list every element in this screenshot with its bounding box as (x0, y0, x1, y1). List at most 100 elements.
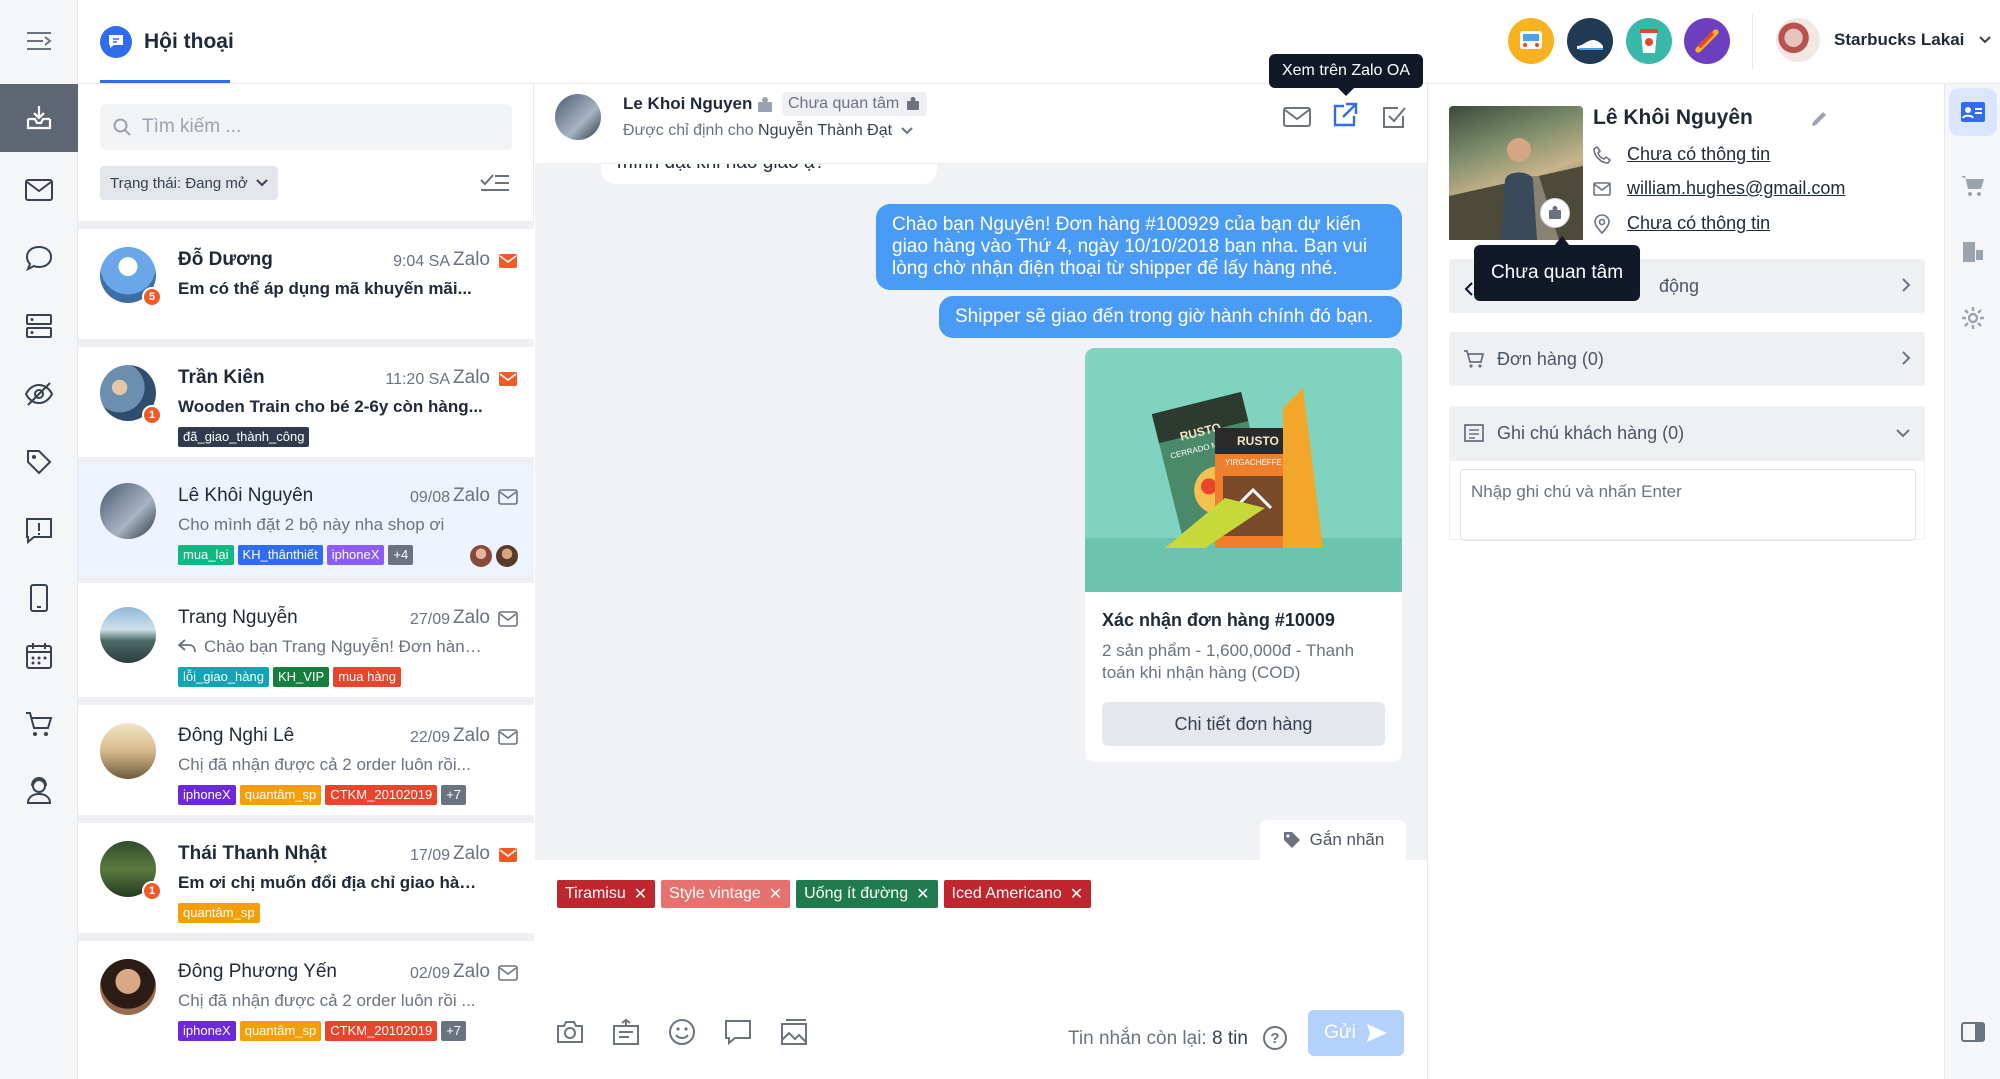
brand-cup-icon[interactable] (1626, 18, 1672, 64)
tag[interactable]: quantâm_sp (239, 1021, 322, 1041)
message-composer[interactable]: Tiramisu ✕ Style vintage ✕ Uống ít đường ✕ … (535, 860, 1427, 1079)
nav-calendar-icon[interactable] (0, 622, 78, 690)
composer-tag[interactable]: Iced Americano ✕ (943, 880, 1092, 908)
nav-support-agent-icon[interactable] (0, 756, 78, 824)
tag[interactable]: lỗi_giao_hàng (178, 667, 269, 687)
brand-shoe-icon[interactable] (1567, 18, 1613, 64)
status-filter-dropdown[interactable]: Trạng thái: Đang mở (100, 166, 278, 200)
customer-card-icon[interactable] (1949, 88, 1997, 136)
tag[interactable]: iphoneX (326, 545, 385, 565)
camera-icon[interactable] (555, 1018, 585, 1046)
app-root: Hội thoại Starbucks Lakai Tìm kiếm ... T… (0, 0, 2000, 1079)
user-menu[interactable]: Starbucks Lakai (1776, 18, 1992, 62)
tag[interactable]: KH_thânthiết (237, 545, 323, 565)
tag[interactable]: mua hàng (333, 667, 402, 687)
tag-more[interactable]: +7 (441, 785, 467, 805)
composer-tag[interactable]: Style vintage ✕ (661, 880, 791, 908)
tag[interactable]: iphoneX (178, 785, 236, 805)
avatar (100, 723, 156, 779)
message-preview: Chào bạn Trang Nguyễn! Đơn hàng... (204, 637, 484, 656)
list-divider (78, 221, 534, 229)
collapse-panel-icon[interactable] (1949, 1008, 1997, 1056)
quick-reply-icon[interactable] (723, 1018, 753, 1046)
nav-chat-icon[interactable] (0, 224, 78, 292)
brand-bus-icon[interactable] (1508, 18, 1554, 64)
external-link-icon[interactable] (1332, 102, 1358, 128)
page-title-group[interactable]: Hội thoại (100, 0, 234, 84)
template-icon[interactable] (611, 1018, 641, 1046)
email-row[interactable]: william.hughes@gmail.com (1593, 178, 1845, 199)
channel-label: Zalo (453, 725, 490, 746)
conversation-item[interactable]: 5 Đỗ Dương 9:04 SA Zalo Em có thể áp dụn… (78, 229, 534, 347)
image-icon[interactable] (779, 1018, 809, 1046)
cart-icon[interactable] (1949, 162, 1997, 210)
assigned-prefix: Được chỉ định cho (623, 122, 754, 139)
tag-more[interactable]: +7 (441, 1021, 467, 1041)
contact-name: Trần Kiên (178, 367, 265, 388)
remove-tag-icon[interactable]: ✕ (916, 884, 929, 904)
message-time: 9:04 SA (393, 253, 450, 270)
send-button[interactable]: Gửi (1308, 1010, 1404, 1056)
menu-toggle-icon[interactable] (0, 0, 78, 82)
conversation-item[interactable]: Đông Nghi Lê 22/09 Zalo Chị đã nhận được… (78, 705, 534, 823)
notes-section[interactable]: Ghi chú khách hàng (0) (1449, 406, 1925, 460)
message-time: 27/09 (409, 611, 450, 628)
nav-cart-icon[interactable] (0, 690, 78, 758)
note-input[interactable]: Nhập ghi chú và nhấn Enter (1460, 469, 1916, 541)
right-toolbar (1944, 84, 2000, 1079)
task-check-icon[interactable] (1381, 104, 1407, 130)
tag[interactable]: mua_lại (178, 545, 234, 565)
emoji-icon[interactable] (667, 1018, 697, 1046)
composer-tag[interactable]: Tiramisu ✕ (557, 880, 656, 908)
conversation-item[interactable]: 1 Trần Kiên 11:20 SA Zalo Wooden Train c… (78, 347, 534, 465)
conversation-item[interactable]: Trang Nguyễn 27/09 Zalo Chào bạn Trang N… (78, 583, 534, 705)
assignment-dropdown[interactable]: Được chỉ định cho Nguyễn Thành Đạt (623, 122, 913, 140)
conversation-item-selected[interactable]: Lê Khôi Nguyên 09/08 Zalo Cho mình đặt 2… (78, 465, 534, 583)
phone-row[interactable]: Chưa có thông tin (1593, 144, 1770, 165)
tag[interactable]: CTKM_20102019 (325, 1021, 438, 1041)
message-time: 17/09 (409, 847, 450, 864)
brand-hotdog-icon[interactable] (1684, 18, 1730, 64)
composer-tag-label: Style vintage (669, 885, 761, 902)
tag[interactable]: quantâm_sp (178, 903, 260, 923)
help-icon[interactable]: ? (1263, 1026, 1287, 1050)
address-row[interactable]: Chưa có thông tin (1593, 213, 1770, 234)
nav-mail-icon[interactable] (0, 156, 78, 224)
composer-tag-list: Tiramisu ✕ Style vintage ✕ Uống ít đường ✕ … (557, 880, 1092, 908)
tag[interactable]: KH_VIP (272, 667, 330, 687)
mail-icon[interactable] (1283, 106, 1311, 128)
nav-tag-icon[interactable] (0, 428, 78, 496)
composer-tag[interactable]: Uống ít đường ✕ (796, 880, 938, 908)
nav-inbox-icon[interactable] (0, 84, 78, 152)
remove-tag-icon[interactable]: ✕ (1070, 884, 1083, 904)
mark-all-read-icon[interactable] (479, 168, 511, 194)
tag[interactable]: đã_giao_thành_công (178, 427, 310, 447)
search-input[interactable]: Tìm kiếm ... (100, 104, 512, 150)
tag-more[interactable]: +4 (388, 545, 414, 565)
edit-icon[interactable] (1810, 110, 1828, 128)
user-avatar (1776, 18, 1820, 62)
topbar-divider (1752, 14, 1753, 70)
contact-avatar[interactable] (555, 94, 601, 140)
nav-eye-off-icon[interactable] (0, 360, 78, 428)
order-detail-button[interactable]: Chi tiết đơn hàng (1102, 702, 1385, 746)
transfer-icon[interactable] (1949, 228, 1997, 276)
phone-icon (1593, 145, 1611, 164)
avatar (100, 607, 156, 663)
settings-gear-icon[interactable] (1949, 294, 1997, 342)
contact-name[interactable]: Le Khoi Nguyen (623, 94, 752, 114)
remove-tag-icon[interactable]: ✕ (634, 884, 647, 904)
product-image: RUSTO CERRADO MITSUI RUSTO YIRGACHEFFE (1085, 348, 1402, 592)
orders-section[interactable]: Đơn hàng (0) (1449, 332, 1925, 386)
nav-list-icon[interactable] (0, 292, 78, 360)
tag[interactable]: quantâm_sp (239, 785, 322, 805)
composer-tag-label: Tiramisu (565, 885, 626, 902)
order-title: Xác nhận đơn hàng #10009 (1102, 610, 1335, 630)
tag[interactable]: iphoneX (178, 1021, 236, 1041)
add-tag-button[interactable]: Gắn nhãn (1260, 820, 1406, 860)
conversation-item[interactable]: 1 Thái Thanh Nhật 17/09 Zalo Em ơi chị m… (78, 823, 534, 941)
nav-feedback-icon[interactable] (0, 496, 78, 564)
remove-tag-icon[interactable]: ✕ (769, 884, 782, 904)
conversation-item[interactable]: Đông Phương Yến 02/09 Zalo Chị đã nhận đ… (78, 941, 534, 1079)
tag[interactable]: CTKM_20102019 (325, 785, 438, 805)
